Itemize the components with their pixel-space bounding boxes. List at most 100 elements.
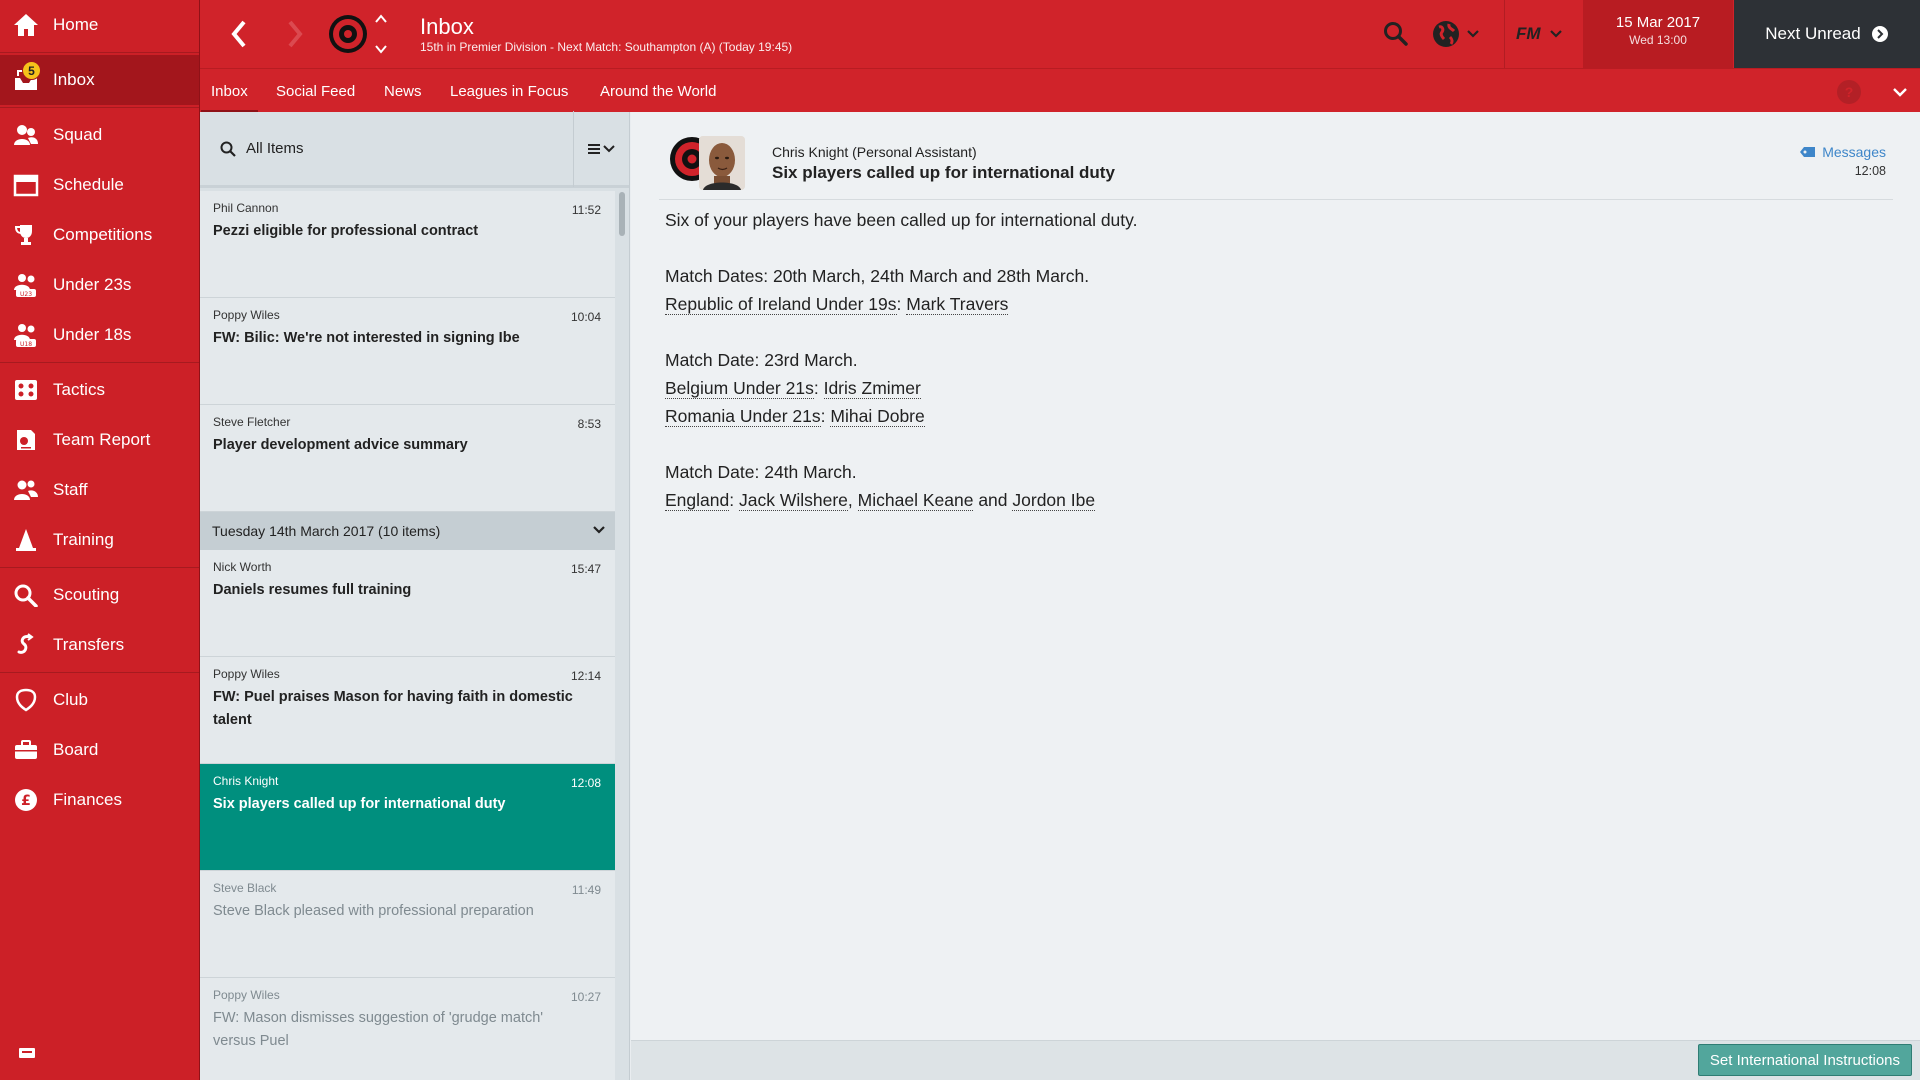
match-date-heading: Match Date: 23rd March. [665, 350, 858, 370]
set-international-instructions-button[interactable]: Set International Instructions [1697, 1044, 1912, 1076]
message-category-link[interactable]: Messages [1800, 144, 1886, 160]
message-time: 8:53 [577, 417, 601, 431]
sidebar-item-team-report[interactable]: Team Report [0, 415, 199, 465]
chevron-down-icon [1893, 88, 1907, 97]
svg-text:U23: U23 [20, 291, 32, 298]
match-block: Match Date: 24th March. England: Jack Wi… [665, 458, 1865, 514]
fm-menu-button[interactable]: FM [1516, 18, 1580, 50]
tab-leagues-in-focus[interactable]: Leagues in Focus [450, 69, 568, 113]
sidebar-item-finances[interactable]: £ Finances [0, 775, 199, 825]
match-block: Match Date: 23rd March. Belgium Under 21… [665, 346, 1865, 430]
sidebar-item-label: Schedule [53, 175, 124, 194]
sidebar-item-home[interactable]: Home [0, 0, 199, 50]
sidebar-item-club[interactable]: Club [0, 675, 199, 725]
sidebar-item-scouting[interactable]: Scouting [0, 570, 199, 620]
search-icon [220, 141, 236, 157]
team-link[interactable]: England [665, 490, 730, 511]
message-item-selected[interactable]: Chris Knight 12:08 Six players called up… [200, 764, 615, 871]
club-switch-arrows[interactable] [372, 14, 390, 54]
sidebar-item-label: Under 18s [53, 325, 132, 344]
team-link[interactable]: Republic of Ireland Under 19s [665, 294, 897, 315]
sidebar-item-transfers[interactable]: Transfers [0, 620, 199, 670]
message-item[interactable]: Poppy Wiles 12:14 FW: Puel praises Mason… [200, 657, 615, 764]
chevron-down-icon [1467, 30, 1479, 38]
game-date[interactable]: 15 Mar 2017 Wed 13:00 [1583, 0, 1733, 68]
back-button[interactable] [222, 16, 256, 52]
fm-logo: FM [1516, 24, 1541, 43]
message-item[interactable]: Poppy Wiles 10:27 FW: Mason dismisses su… [200, 978, 615, 1080]
current-date: 15 Mar 2017 [1615, 14, 1701, 31]
message-time: 12:14 [570, 669, 601, 683]
message-item[interactable]: Steve Fletcher 8:53 Player development a… [200, 405, 615, 512]
message-list-scrollbar[interactable] [619, 192, 625, 236]
tab-news[interactable]: News [384, 69, 422, 113]
sidebar-item-board[interactable]: Board [0, 725, 199, 775]
sidebar-item-under-18s[interactable]: U18 Under 18s [0, 310, 199, 360]
forward-button[interactable] [278, 16, 312, 52]
team-link[interactable]: Belgium Under 21s [665, 378, 814, 399]
player-link[interactable]: Jordon Ibe [1012, 490, 1096, 511]
player-link[interactable]: Mark Travers [906, 294, 1009, 315]
sidebar-item-squad[interactable]: Squad [0, 110, 199, 160]
trophy-icon [12, 221, 40, 249]
message-item[interactable]: Poppy Wiles 10:04 FW: Bilic: We're not i… [200, 298, 615, 405]
club-badge-icon[interactable] [328, 14, 368, 54]
sidebar-item-label: Club [53, 690, 88, 709]
message-time: 10:04 [570, 310, 601, 324]
callup-line: Belgium Under 21s: Idris Zmimer [665, 374, 1865, 402]
message-sender: Chris Knight [213, 774, 279, 788]
tab-inbox[interactable]: Inbox [201, 69, 258, 113]
sidebar-item-tactics[interactable]: Tactics [0, 365, 199, 415]
sidebar-item-inbox[interactable]: 5 Inbox [0, 55, 199, 105]
sidebar-divider [0, 362, 199, 363]
sidebar-item-training[interactable]: Training [0, 515, 199, 565]
world-menu-button[interactable] [1432, 18, 1492, 50]
player-link[interactable]: Idris Zmimer [823, 378, 921, 399]
message-item[interactable]: Steve Black 11:49 Steve Black pleased wi… [200, 871, 615, 978]
team-link[interactable]: Romania Under 21s [665, 406, 821, 427]
current-day-time: Wed 13:00 [1629, 33, 1687, 47]
sidebar-item-staff[interactable]: Staff [0, 465, 199, 515]
match-block: Match Dates: 20th March, 24th March and … [665, 262, 1865, 318]
sidebar-item-label: Tactics [53, 380, 105, 399]
under18-icon: U18 [12, 321, 40, 349]
message-intro: Six of your players have been called up … [665, 210, 1138, 230]
sidebar-item-under-23s[interactable]: U23 Under 23s [0, 260, 199, 310]
sender-avatar[interactable] [699, 136, 745, 190]
search-button[interactable] [1380, 18, 1412, 50]
sidebar-item-competitions[interactable]: Competitions [0, 210, 199, 260]
sort-menu-button[interactable] [574, 111, 629, 187]
tab-social-feed[interactable]: Social Feed [276, 69, 355, 113]
message-time: 15:47 [570, 562, 601, 576]
globe-icon [1433, 21, 1459, 47]
sidebar-item-schedule[interactable]: Schedule [0, 160, 199, 210]
next-unread-button[interactable]: Next Unread [1734, 0, 1920, 68]
date-group-header[interactable]: Tuesday 14th March 2017 (10 items) [200, 512, 615, 550]
player-link[interactable]: Michael Keane [857, 490, 974, 511]
squad-icon [12, 121, 40, 149]
help-icon[interactable]: ? [1837, 80, 1861, 104]
message-item[interactable]: Nick Worth 15:47 Daniels resumes full tr… [200, 550, 615, 657]
player-link[interactable]: Jack Wilshere [738, 490, 848, 511]
tab-options-menu[interactable] [1888, 81, 1912, 103]
separator-comma: , [847, 490, 853, 510]
keyboard-icon[interactable] [18, 1046, 36, 1058]
chevron-left-icon [231, 20, 246, 48]
message-item[interactable]: Phil Cannon 11:52 Pezzi eligible for pro… [200, 191, 615, 298]
tab-around-the-world[interactable]: Around the World [600, 69, 716, 113]
message-subject: Steve Black pleased with professional pr… [213, 903, 534, 919]
sender-name[interactable]: Chris Knight (Personal Assistant) [772, 144, 977, 160]
message-sender: Poppy Wiles [213, 988, 280, 1002]
next-match-subtitle[interactable]: 15th in Premier Division - Next Match: S… [420, 40, 792, 54]
message-time: 11:49 [571, 883, 601, 897]
message-detail: Chris Knight (Personal Assistant) Six pl… [631, 112, 1920, 1040]
sidebar-divider [0, 672, 199, 673]
staff-icon [12, 476, 40, 504]
sidebar: Home 5 Inbox Squad Schedule Competitions… [0, 0, 200, 1080]
message-body: Six of your players have been called up … [665, 206, 1865, 542]
filter-dropdown[interactable]: All Items [200, 110, 574, 187]
sidebar-item-label: Board [53, 740, 99, 759]
player-link[interactable]: Mihai Dobre [830, 406, 925, 427]
callup-line: England: Jack Wilshere, Michael Keane an… [665, 486, 1865, 514]
sidebar-item-label: Transfers [53, 635, 125, 654]
